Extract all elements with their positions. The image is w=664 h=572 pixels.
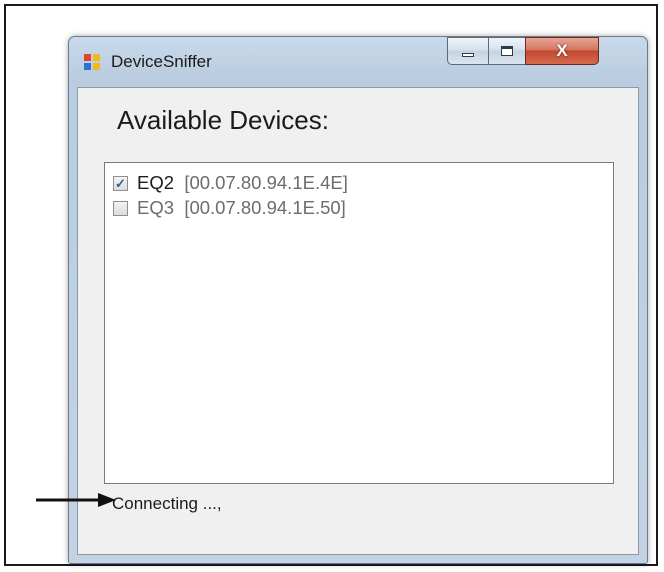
maximize-icon [501, 46, 513, 56]
window-title: DeviceSniffer [111, 52, 212, 71]
close-button[interactable]: X [525, 37, 599, 65]
status-label: Connecting ..., [112, 494, 222, 513]
window-client-area: Available Devices: ✓ EQ2 [00.07.80.94.1E… [77, 87, 639, 555]
device-checkbox-eq3[interactable] [113, 200, 128, 216]
minimize-button[interactable] [447, 37, 489, 65]
checkmark-icon: ✓ [115, 175, 126, 191]
maximize-button[interactable] [488, 37, 526, 65]
device-item-eq2[interactable]: ✓ EQ2 [00.07.80.94.1E.4E] [113, 171, 348, 195]
title-bar[interactable]: DeviceSniffer X [69, 37, 647, 85]
device-name: EQ2 [137, 172, 175, 193]
device-address: [00.07.80.94.1E.4E] [184, 172, 348, 193]
device-item-eq3[interactable]: EQ3 [00.07.80.94.1E.50] [113, 196, 346, 220]
figure-frame: DeviceSniffer X Available Devices: ✓ EQ2… [4, 4, 658, 566]
device-address: [00.07.80.94.1E.50] [184, 197, 346, 218]
close-icon: X [556, 41, 568, 60]
device-sniffer-window: DeviceSniffer X Available Devices: ✓ EQ2… [68, 36, 648, 564]
device-name: EQ3 [137, 197, 175, 218]
app-window-icon [84, 54, 100, 70]
device-list[interactable]: ✓ EQ2 [00.07.80.94.1E.4E] EQ3 [00.07.80.… [104, 162, 614, 484]
available-devices-heading: Available Devices: [117, 105, 329, 135]
device-checkbox-eq2[interactable]: ✓ [113, 175, 128, 191]
arrow-right-icon [36, 493, 116, 507]
minimize-icon [462, 53, 474, 57]
